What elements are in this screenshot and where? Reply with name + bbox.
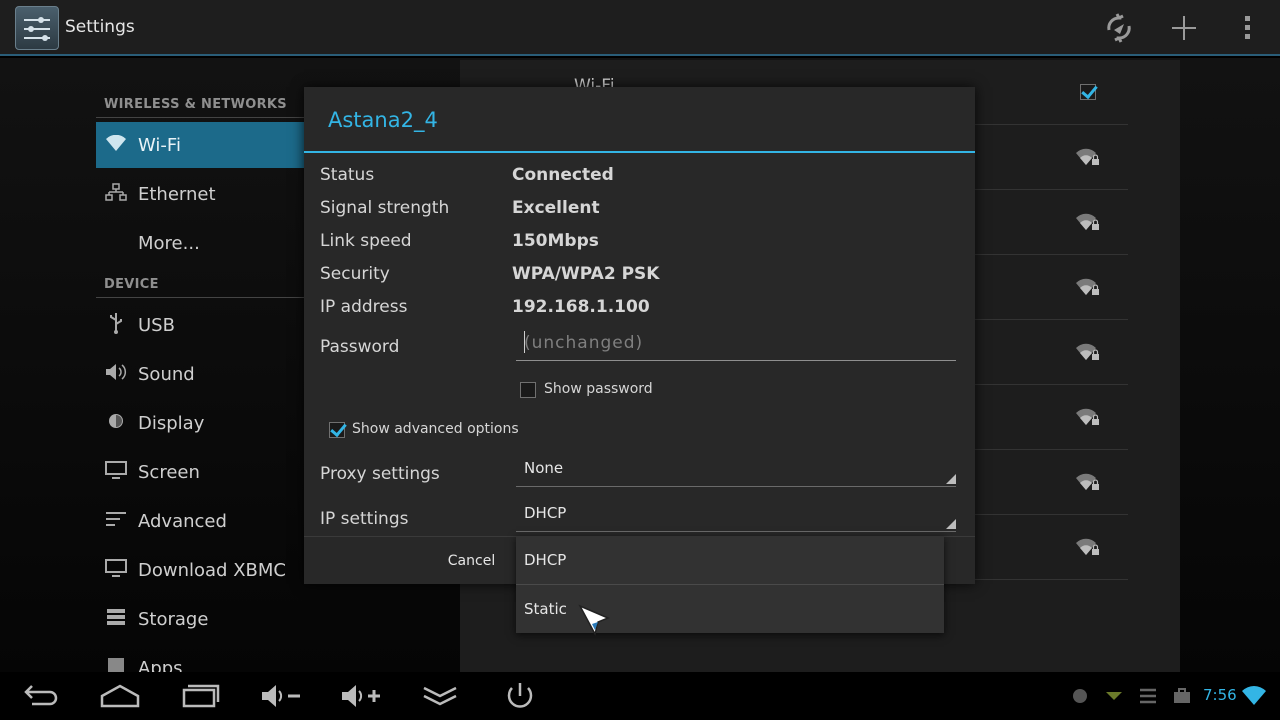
wifi-signal-lock-icon [1076, 407, 1100, 431]
ip-address-value: 192.168.1.100 [512, 297, 650, 317]
mouse-pointer-icon [578, 604, 612, 640]
sidebar-item-label: Wi-Fi [138, 134, 181, 156]
settings-app-icon[interactable] [15, 6, 59, 50]
wifi-network-dialog: Astana2_4 Status Connected Signal streng… [304, 87, 975, 584]
signal-strength-label: Signal strength [320, 198, 450, 218]
sidebar-item-label: Display [138, 412, 205, 434]
back-icon[interactable] [18, 680, 62, 712]
wifi-signal-lock-icon [1076, 342, 1100, 366]
dropdown-option-dhcp[interactable]: DHCP [516, 536, 944, 584]
app-title: Settings [65, 17, 135, 37]
storage-icon [104, 608, 128, 631]
proxy-settings-label: Proxy settings [320, 464, 440, 484]
show-password-label: Show password [544, 381, 653, 397]
show-advanced-checkbox[interactable] [329, 422, 345, 438]
power-icon[interactable] [498, 680, 542, 712]
download-indicator-icon [1104, 686, 1124, 706]
sidebar-item-label: Ethernet [138, 183, 216, 205]
proxy-settings-spinner[interactable]: None [516, 453, 956, 487]
text-cursor [524, 331, 525, 353]
overflow-menu-icon[interactable] [1232, 12, 1264, 44]
sidebar-item-label: Sound [138, 363, 195, 385]
password-input[interactable] [516, 327, 956, 359]
brightness-icon [104, 411, 128, 436]
sidebar-item-label: Screen [138, 461, 200, 483]
sidebar-item-label: Advanced [138, 510, 227, 532]
password-label: Password [320, 337, 400, 357]
ip-settings-value: DHCP [524, 504, 567, 522]
sidebar-item-storage[interactable]: Storage [96, 596, 458, 642]
password-field-wrapper [516, 327, 956, 361]
hide-bar-icon[interactable] [418, 680, 462, 712]
status-value: Connected [512, 165, 614, 185]
action-bar: Settings [0, 0, 1280, 56]
spinner-arrow-icon [946, 474, 956, 484]
sidebar-item-label: Download XBMC [138, 559, 286, 581]
status-label: Status [320, 165, 375, 185]
show-advanced-label: Show advanced options [352, 421, 519, 437]
section-header-device: DEVICE [104, 277, 159, 292]
volume-up-icon[interactable] [338, 680, 382, 712]
lines-icon [104, 511, 128, 532]
ip-address-label: IP address [320, 297, 408, 317]
wifi-icon [104, 134, 128, 156]
monitor-icon [104, 460, 128, 484]
security-label: Security [320, 264, 390, 284]
system-navigation-bar: 7:56 [0, 672, 1280, 720]
ethernet-icon [104, 182, 128, 206]
monitor-icon [104, 558, 128, 582]
sidebar-item-label: More... [138, 232, 200, 254]
dialog-title-divider [304, 151, 975, 153]
wifi-status-icon [1242, 686, 1266, 706]
system-clock: 7:56 [1203, 686, 1237, 704]
spinner-arrow-icon [946, 519, 956, 529]
signal-strength-value: Excellent [512, 198, 600, 218]
link-speed-value: 150Mbps [512, 231, 599, 251]
dialog-title: Astana2_4 [328, 108, 438, 132]
usb-icon [104, 312, 128, 339]
wifi-signal-lock-icon [1076, 212, 1100, 236]
speaker-icon [104, 363, 128, 386]
sidebar-item-label: Storage [138, 608, 209, 630]
security-value: WPA/WPA2 PSK [512, 264, 660, 284]
show-password-checkbox[interactable] [520, 382, 536, 398]
add-icon[interactable] [1168, 12, 1200, 44]
record-indicator-icon [1070, 686, 1090, 706]
section-header-wireless: WIRELESS & NETWORKS [104, 97, 287, 112]
sidebar-item-label: USB [138, 314, 175, 336]
volume-down-icon[interactable] [258, 680, 302, 712]
proxy-settings-value: None [524, 459, 564, 477]
wifi-signal-lock-icon [1076, 147, 1100, 171]
briefcase-icon [1172, 686, 1192, 706]
ip-settings-spinner[interactable]: DHCP [516, 498, 956, 532]
home-icon[interactable] [98, 680, 142, 712]
wifi-toggle-checkbox[interactable] [1080, 84, 1096, 100]
wifi-signal-lock-icon [1076, 472, 1100, 496]
wifi-sync-icon[interactable] [1103, 12, 1135, 44]
link-speed-label: Link speed [320, 231, 412, 251]
wifi-signal-lock-icon [1076, 537, 1100, 561]
ip-settings-label: IP settings [320, 509, 409, 529]
recent-apps-icon[interactable] [178, 680, 222, 712]
usb-debug-icon [1138, 686, 1158, 706]
wifi-signal-lock-icon [1076, 277, 1100, 301]
